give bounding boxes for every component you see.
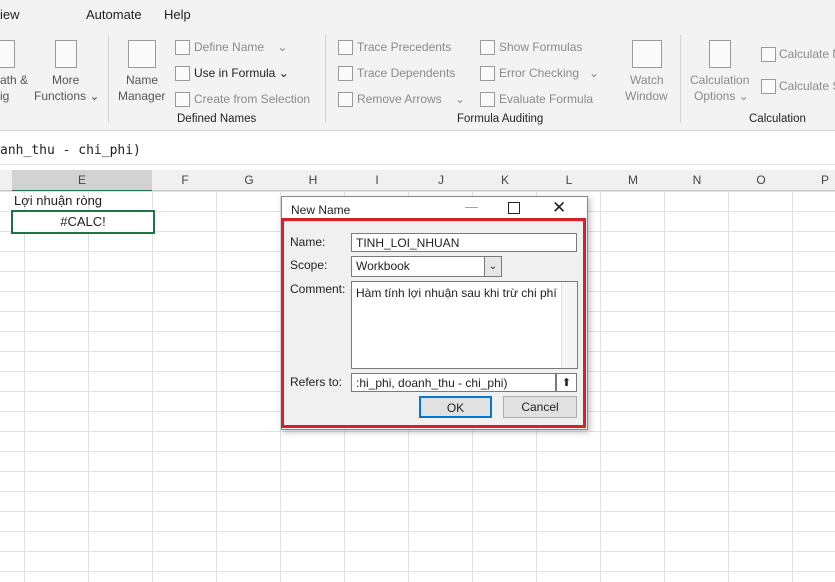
ribbon-separator bbox=[680, 35, 681, 123]
cancel-button[interactable]: Cancel bbox=[503, 396, 577, 418]
error-checking-button[interactable]: Error Checking ⌄ bbox=[499, 66, 599, 80]
refers-to-label: Refers to: bbox=[290, 375, 343, 389]
scope-label: Scope: bbox=[290, 258, 328, 272]
defined-names-group-title: Defined Names bbox=[177, 113, 257, 125]
formula-text[interactable]: anh_thu - chi_phi) bbox=[0, 143, 141, 158]
error-checking-icon bbox=[480, 66, 495, 81]
ribbon-separator bbox=[325, 35, 326, 123]
trace-precedents-button[interactable]: Trace Precedents bbox=[357, 40, 451, 54]
column-header-m[interactable]: M bbox=[601, 173, 665, 187]
watch-window-icon bbox=[632, 40, 662, 68]
trace-precedents-icon bbox=[338, 40, 353, 55]
dialog-title-bar: New Name — ✕ bbox=[282, 197, 587, 222]
math-trig-icon bbox=[0, 40, 15, 68]
use-in-formula-button[interactable]: Use in Formula ⌄ bbox=[194, 66, 289, 80]
create-from-selection-button[interactable]: Create from Selection bbox=[194, 92, 310, 106]
column-header-g[interactable]: G bbox=[217, 173, 281, 187]
show-formulas-icon bbox=[480, 40, 495, 55]
close-icon[interactable]: ✕ bbox=[552, 198, 566, 218]
trace-dependents-icon bbox=[338, 66, 353, 81]
comment-text: Hàm tính lợi nhuận sau khi trừ chi phí bbox=[356, 286, 557, 300]
watch-window-button-line2[interactable]: Window bbox=[625, 89, 668, 103]
remove-arrows-icon bbox=[338, 92, 353, 107]
scope-select[interactable]: Workbook ⌄ bbox=[351, 256, 502, 277]
menu-automate[interactable]: Automate bbox=[86, 7, 142, 22]
evaluate-formula-button[interactable]: Evaluate Formula bbox=[499, 92, 593, 106]
calculation-options-button-line2[interactable]: Options ⌄ bbox=[694, 89, 749, 103]
watch-window-button[interactable]: Watch bbox=[630, 73, 664, 87]
math-trig-button-line2[interactable]: ig bbox=[0, 89, 9, 103]
column-header-h[interactable]: H bbox=[281, 173, 345, 187]
tag-icon bbox=[175, 40, 190, 55]
trace-dependents-button[interactable]: Trace Dependents bbox=[357, 66, 455, 80]
remove-arrows-button[interactable]: Remove Arrows ⌄ bbox=[357, 92, 465, 106]
maximize-icon[interactable] bbox=[508, 202, 520, 214]
calculate-now-button[interactable]: Calculate N bbox=[779, 47, 835, 61]
scope-value: Workbook bbox=[356, 259, 410, 273]
calculation-group-title: Calculation bbox=[749, 113, 806, 125]
cell-e1[interactable]: Lợi nhuận ròng bbox=[14, 193, 102, 208]
dialog-title: New Name bbox=[291, 203, 351, 217]
column-headers: E F G H I J K L M N O P bbox=[0, 170, 835, 192]
calculation-options-button[interactable]: Calculation bbox=[690, 73, 749, 87]
calculate-sheet-icon bbox=[761, 79, 776, 94]
formula-bar[interactable]: anh_thu - chi_phi) bbox=[0, 138, 835, 165]
new-name-dialog: New Name — ✕ Name: TINH_LOI_NHUAN Scope:… bbox=[281, 196, 588, 430]
name-input[interactable]: TINH_LOI_NHUAN bbox=[351, 233, 577, 252]
menu-bar: iew Automate Help bbox=[0, 0, 835, 30]
math-trig-button[interactable]: ath & bbox=[0, 73, 28, 87]
column-header-k[interactable]: K bbox=[473, 173, 537, 187]
cell-e2-value: #CALC! bbox=[60, 214, 106, 229]
ribbon-separator bbox=[108, 35, 109, 123]
ok-button[interactable]: OK bbox=[419, 396, 492, 418]
evaluate-formula-icon bbox=[480, 92, 495, 107]
collapse-dialog-icon[interactable]: ⬆ bbox=[556, 373, 577, 392]
formula-auditing-group-title: Formula Auditing bbox=[457, 113, 544, 125]
chevron-down-icon[interactable]: ⌄ bbox=[484, 257, 501, 276]
show-formulas-button[interactable]: Show Formulas bbox=[499, 40, 582, 54]
column-header-i[interactable]: I bbox=[345, 173, 409, 187]
column-header-e[interactable]: E bbox=[12, 170, 152, 192]
more-functions-icon bbox=[55, 40, 77, 68]
menu-help[interactable]: Help bbox=[164, 7, 191, 22]
column-header-p[interactable]: P bbox=[793, 173, 835, 187]
name-manager-button[interactable]: Name bbox=[126, 73, 158, 87]
name-manager-button-line2[interactable]: Manager bbox=[118, 89, 165, 103]
comment-label: Comment: bbox=[290, 282, 346, 296]
name-manager-icon bbox=[128, 40, 156, 68]
minimize-icon[interactable]: — bbox=[465, 199, 478, 214]
comment-textarea[interactable]: Hàm tính lợi nhuận sau khi trừ chi phí bbox=[351, 281, 578, 369]
refers-to-input[interactable]: :hi_phi, doanh_thu - chi_phi) bbox=[351, 373, 556, 392]
column-header-o[interactable]: O bbox=[729, 173, 793, 187]
calculate-now-icon bbox=[761, 47, 776, 62]
name-label: Name: bbox=[290, 235, 326, 249]
comment-scrollbar[interactable] bbox=[561, 282, 577, 368]
cell-e2-selected[interactable]: #CALC! bbox=[11, 210, 155, 234]
menu-view[interactable]: iew bbox=[0, 7, 20, 22]
define-name-button[interactable]: Define Name ⌄ bbox=[194, 40, 287, 54]
column-header-l[interactable]: L bbox=[537, 173, 601, 187]
calculator-icon bbox=[709, 40, 731, 68]
more-functions-button-line2[interactable]: Functions ⌄ bbox=[34, 89, 99, 103]
more-functions-button[interactable]: More bbox=[52, 73, 79, 87]
calculate-sheet-button[interactable]: Calculate S bbox=[779, 79, 835, 93]
table-icon bbox=[175, 92, 190, 107]
column-header-f[interactable]: F bbox=[153, 173, 217, 187]
column-header-n[interactable]: N bbox=[665, 173, 729, 187]
column-header-j[interactable]: J bbox=[409, 173, 473, 187]
fx-icon bbox=[175, 66, 190, 81]
